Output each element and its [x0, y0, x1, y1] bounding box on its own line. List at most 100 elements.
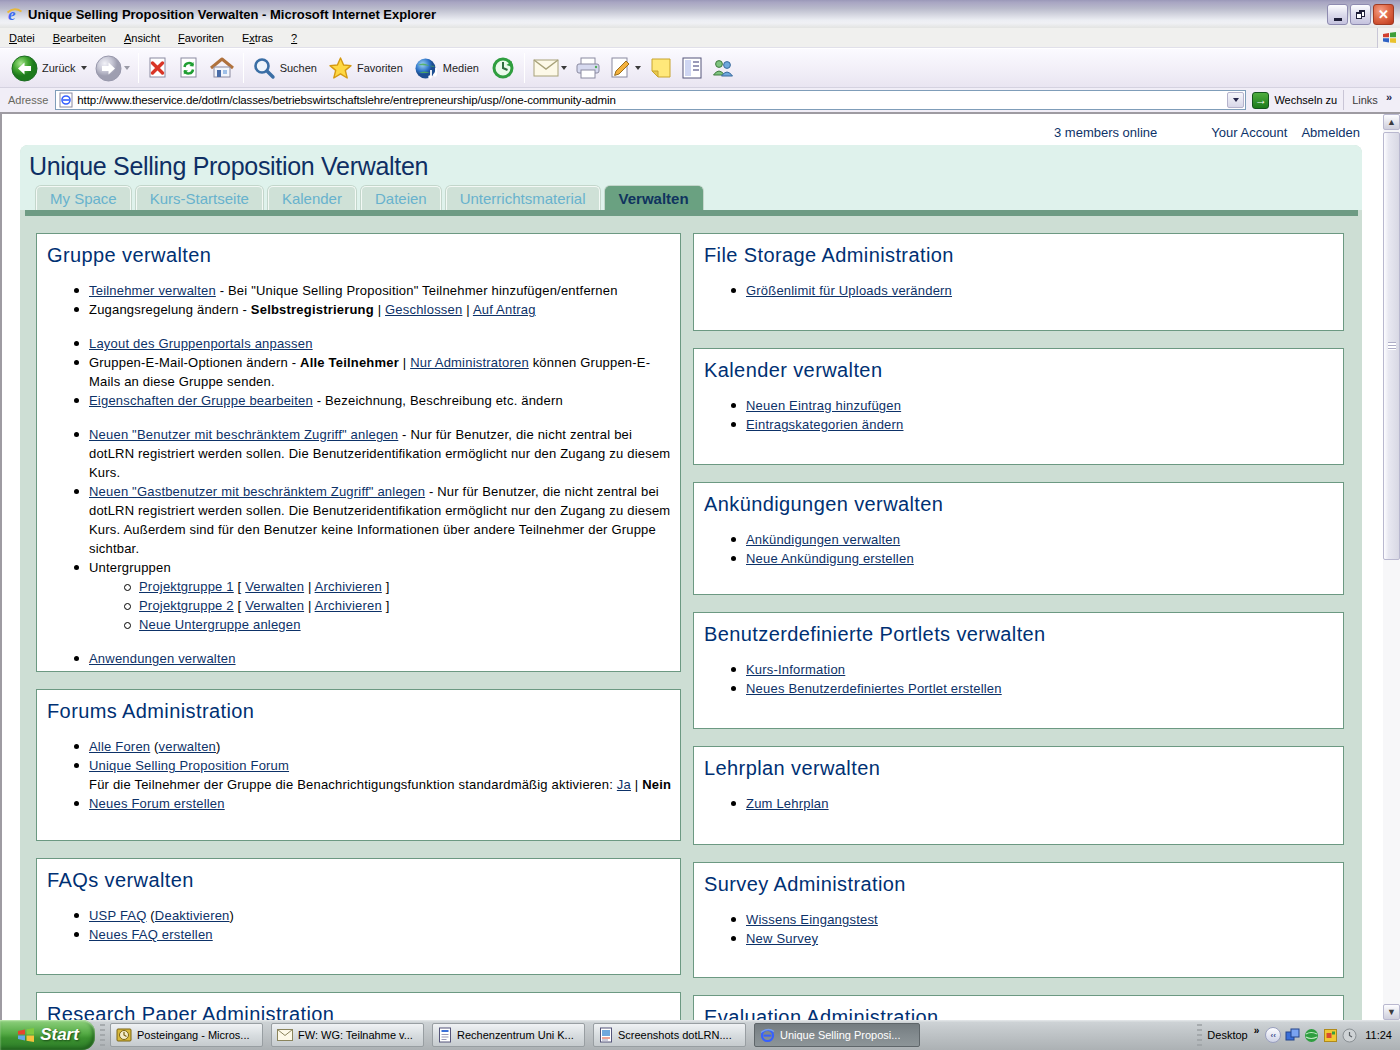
forward-icon	[95, 55, 122, 82]
back-button[interactable]: Zurück	[7, 51, 91, 85]
address-dropdown[interactable]	[1227, 92, 1244, 108]
menu-datei[interactable]: Datei	[0, 28, 44, 47]
taskbar-button-screenshots-dotlrn-[interactable]: Screenshots dotLRN....	[593, 1023, 746, 1047]
link[interactable]: Layout des Gruppenportals anpassen	[89, 336, 313, 351]
window-title: Unique Selling Proposition Verwalten - M…	[28, 7, 1325, 22]
taskbar-button-rechenzentrum-uni-k-[interactable]: Rechenzentrum Uni K...	[432, 1023, 585, 1047]
sidebar-button[interactable]	[677, 51, 707, 85]
link[interactable]: Alle Foren	[89, 739, 150, 754]
link[interactable]: Ankündigungen verwalten	[746, 532, 900, 547]
link[interactable]: Neues Benutzerdefiniertes Portlet erstel…	[746, 681, 1002, 696]
link[interactable]: Nur Administratoren	[410, 355, 529, 370]
print-button[interactable]	[571, 51, 605, 85]
link[interactable]: Teilnehmer verwalten	[89, 283, 216, 298]
tab-dateien[interactable]: Dateien	[361, 186, 441, 210]
go-button[interactable]: → Wechseln zu	[1246, 92, 1343, 109]
close-button[interactable]: ✕	[1373, 4, 1394, 25]
link[interactable]: Neues FAQ erstellen	[89, 927, 213, 942]
panel-title: Gruppe verwalten	[47, 244, 678, 267]
address-bar: Adresse http://www.theservice.de/dotlrn/…	[0, 88, 1400, 113]
stop-button[interactable]	[143, 51, 174, 85]
link[interactable]: Ja	[617, 777, 631, 792]
link[interactable]: Geschlossen	[385, 302, 462, 317]
menu-extras[interactable]: Extras	[233, 28, 282, 47]
links-chevron-icon: »	[1386, 91, 1392, 103]
link[interactable]: Neuen "Gastbenutzer mit beschränktem Zug…	[89, 484, 425, 499]
link[interactable]: Auf Antrag	[473, 302, 536, 317]
start-button[interactable]: Start	[0, 1020, 95, 1050]
tab-verwalten[interactable]: Verwalten	[605, 186, 703, 210]
link[interactable]: Zum Lehrplan	[746, 796, 829, 811]
menu-?[interactable]: ?	[282, 28, 306, 47]
forward-button[interactable]	[91, 51, 134, 85]
panel-title: Research Paper Administration	[47, 1003, 678, 1020]
link[interactable]: Eintragskategorien ändern	[746, 417, 904, 432]
panel-title: Forums Administration	[47, 700, 678, 723]
list-item: Größenlimit für Uploads verändern	[746, 281, 1341, 300]
link[interactable]: Neues Forum erstellen	[89, 796, 225, 811]
vertical-scrollbar[interactable]: ▲ ▼	[1383, 114, 1400, 1020]
desktop-toolbar[interactable]: Desktop	[1207, 1029, 1247, 1041]
link[interactable]: Verwalten	[245, 579, 304, 594]
scroll-thumb[interactable]	[1383, 132, 1400, 560]
list-item: Neue Untergruppe anlegen	[139, 615, 678, 634]
link[interactable]: Größenlimit für Uploads verändern	[746, 283, 952, 298]
restore-button[interactable]	[1350, 4, 1371, 25]
go-icon: →	[1252, 92, 1269, 109]
taskbar-button-fw-wg-teilnahme-v-[interactable]: FW: WG: Teilnahme v...	[271, 1023, 424, 1047]
taskbar-button-unique-selling-proposi-[interactable]: Unique Selling Proposi...	[754, 1023, 920, 1047]
mail-button[interactable]	[529, 51, 571, 85]
messenger-button[interactable]	[707, 51, 739, 85]
history-button[interactable]	[486, 51, 520, 85]
link[interactable]: Neuen "Benutzer mit beschränktem Zugriff…	[89, 427, 398, 442]
link[interactable]: USP FAQ	[89, 908, 147, 923]
scroll-up-button[interactable]: ▲	[1383, 114, 1400, 130]
link[interactable]: Verwalten	[245, 598, 304, 613]
taskbar: Start Posteingang - Micros... FW: WG: Tei…	[0, 1020, 1400, 1050]
messenger-icon	[711, 56, 735, 80]
list-item: Neues FAQ erstellen	[89, 925, 678, 944]
tray-collapse-button[interactable]: ‹‹	[1265, 1027, 1281, 1043]
tab-kalender[interactable]: Kalender	[268, 186, 356, 210]
list-item: Unique Selling Proposition ForumFür die …	[89, 756, 678, 794]
discuss-button[interactable]	[645, 51, 677, 85]
link[interactable]: Projektgruppe 1	[139, 579, 234, 594]
link[interactable]: Archivieren	[315, 579, 382, 594]
link[interactable]: Projektgruppe 2	[139, 598, 234, 613]
tab-my-space[interactable]: My Space	[36, 186, 131, 210]
tab-kurs-startseite[interactable]: Kurs-Startseite	[136, 186, 263, 210]
links-toolbar[interactable]: Links »	[1343, 90, 1398, 110]
edit-button[interactable]	[605, 51, 645, 85]
link[interactable]: Neuen Eintrag hinzufügen	[746, 398, 901, 413]
link[interactable]: Kurs-Information	[746, 662, 845, 677]
home-button[interactable]	[205, 51, 239, 85]
link[interactable]: Archivieren	[315, 598, 382, 613]
tab-unterrichtsmaterial[interactable]: Unterrichtsmaterial	[446, 186, 600, 210]
link[interactable]: Wissens Eingangstest	[746, 912, 878, 927]
your-account-link[interactable]: Your Account	[1211, 125, 1287, 140]
link[interactable]: New Survey	[746, 931, 818, 946]
media-button[interactable]: Medien	[410, 51, 486, 85]
bold-text: Nein	[642, 777, 671, 792]
link[interactable]: Anwendungen verwalten	[89, 651, 236, 666]
menu-bearbeiten[interactable]: Bearbeiten	[44, 28, 115, 47]
desktop-chevron-icon[interactable]: »	[1254, 1025, 1260, 1036]
link[interactable]: Neue Untergruppe anlegen	[139, 617, 301, 632]
logout-link[interactable]: Abmelden	[1301, 125, 1360, 140]
taskbar-button-posteingang-micros-[interactable]: Posteingang - Micros...	[110, 1023, 263, 1047]
menu-ansicht[interactable]: Ansicht	[115, 28, 169, 47]
list-item: Wissens Eingangstest	[746, 910, 1341, 929]
link[interactable]: Deaktivieren	[155, 908, 230, 923]
favorites-button[interactable]: Favoriten	[324, 51, 410, 85]
panel-forums-administration: Forums AdministrationAlle Foren (verwalt…	[36, 689, 681, 841]
link[interactable]: Eigenschaften der Gruppe bearbeiten	[89, 393, 313, 408]
menu-favoriten[interactable]: Favoriten	[169, 28, 233, 47]
address-input[interactable]: http://www.theservice.de/dotlrn/classes/…	[55, 90, 1246, 110]
link[interactable]: verwalten	[159, 739, 216, 754]
link[interactable]: Neue Ankündigung erstellen	[746, 551, 914, 566]
minimize-button[interactable]	[1327, 4, 1348, 25]
scroll-down-button[interactable]: ▼	[1383, 1004, 1400, 1020]
link[interactable]: Unique Selling Proposition Forum	[89, 758, 289, 773]
refresh-button[interactable]	[174, 51, 205, 85]
search-button[interactable]: Suchen	[248, 51, 324, 85]
